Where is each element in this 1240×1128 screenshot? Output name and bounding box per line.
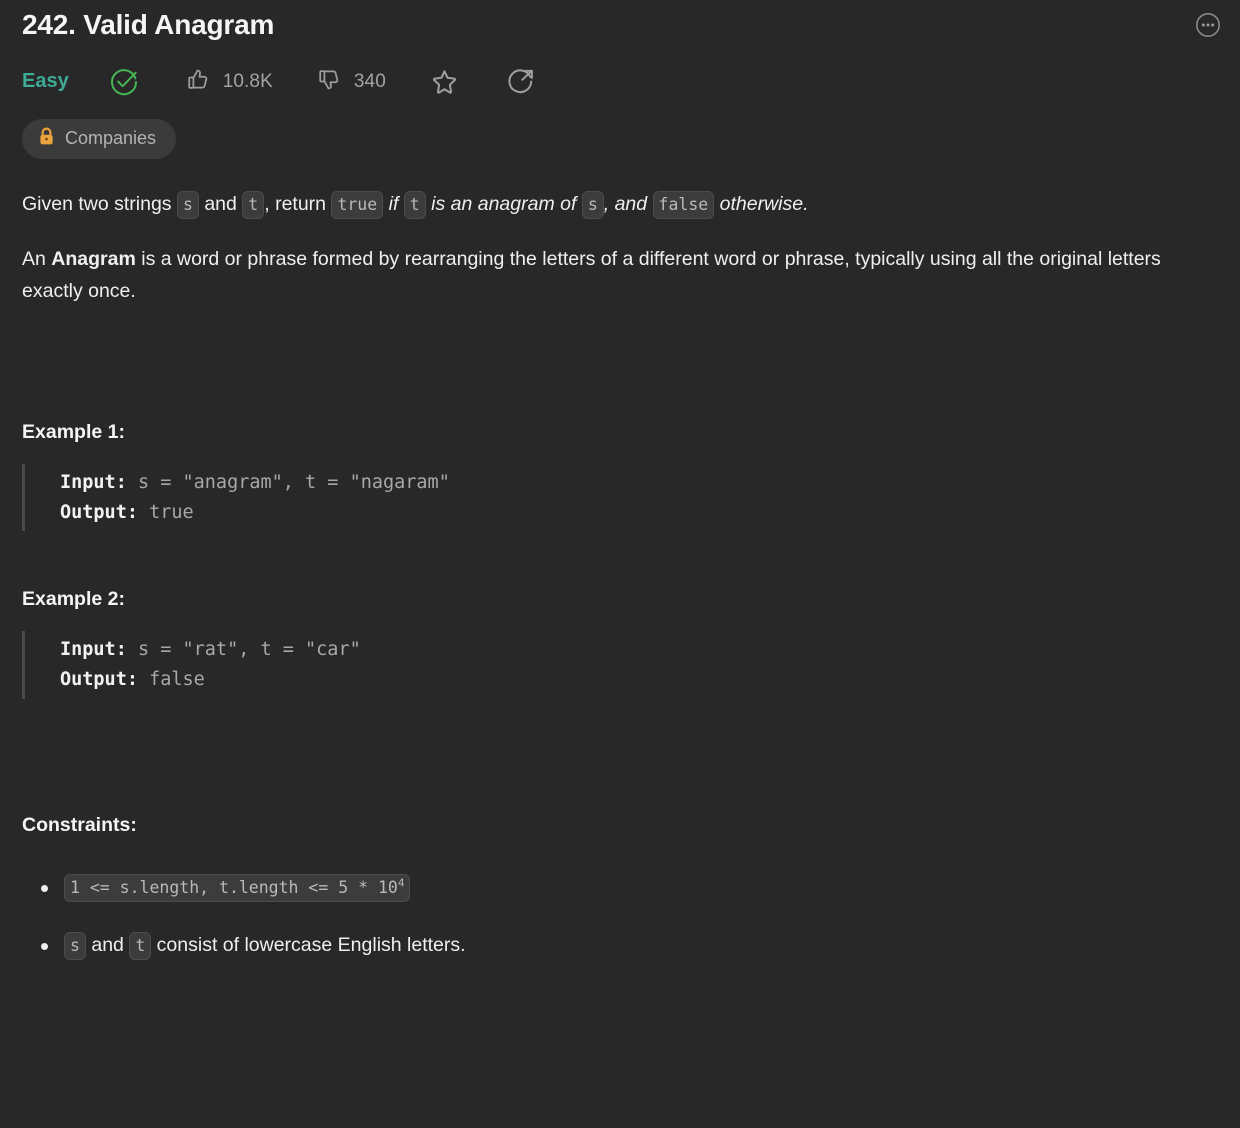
desc-text: and <box>198 192 243 215</box>
list-item: 1 <= s.length, t.length <= 5 * 104 <box>22 872 1218 903</box>
input-value: s = "anagram", t = "nagaram" <box>126 471 450 493</box>
code-chip-length-constraint: 1 <= s.length, t.length <= 5 * 104 <box>64 874 411 903</box>
more-options-icon[interactable] <box>1194 11 1222 39</box>
code-chip-s-3: s <box>64 931 86 960</box>
lock-icon <box>38 127 55 151</box>
desc-text: Given two strings <box>22 192 177 215</box>
difficulty-badge[interactable]: Easy <box>22 70 69 93</box>
meta-row: Easy 10.8K 340 <box>22 66 1218 98</box>
code-chip-false: false <box>652 190 715 219</box>
description-paragraph-1: Given two strings s and t, return true i… <box>22 189 1218 221</box>
share-icon[interactable] <box>507 67 536 96</box>
input-label: Input: <box>60 639 127 661</box>
thumbs-down-icon <box>317 67 342 97</box>
example-1-heading: Example 1: <box>22 420 125 443</box>
constraints-list: 1 <= s.length, t.length <= 5 * 104 s and… <box>22 872 1218 960</box>
example-1-block: Input: s = "anagram", t = "nagaram" Outp… <box>22 463 1218 532</box>
desc-text: is a word or phrase formed by rearrangin… <box>22 248 1161 302</box>
problem-description-panel: 242. Valid Anagram Easy 10.8K 340 Compan… <box>0 0 1240 1128</box>
code-chip-s: s <box>176 190 199 219</box>
code-chip-t-2: t <box>403 190 426 219</box>
companies-badge[interactable]: Companies <box>22 118 177 159</box>
code-chip-t-3: t <box>129 931 152 960</box>
badge-row: Companies <box>22 118 1218 159</box>
like-count: 10.8K <box>222 70 273 92</box>
dislike-count: 340 <box>353 70 386 92</box>
desc-text-italic: is an anagram of <box>425 192 582 215</box>
output-value: true <box>137 501 194 523</box>
page-title: 242. Valid Anagram <box>22 9 275 40</box>
desc-text: An <box>22 248 52 271</box>
desc-text-italic: , and <box>603 192 653 215</box>
list-item: s and t consist of lowercase English let… <box>22 930 1218 961</box>
input-value: s = "rat", t = "car" <box>126 639 361 661</box>
companies-badge-label: Companies <box>65 128 157 149</box>
constraint-text: and <box>85 933 130 956</box>
example-2-block: Input: s = "rat", t = "car" Output: fals… <box>22 631 1218 700</box>
output-label: Output: <box>60 501 138 523</box>
description-paragraph-2: An Anagram is a word or phrase formed by… <box>22 244 1182 307</box>
upvote-button[interactable]: 10.8K <box>186 67 273 97</box>
desc-text: , return <box>264 192 332 215</box>
check-circle-icon[interactable] <box>109 67 139 97</box>
constraint-text: consist of lowercase English letters. <box>151 933 466 956</box>
example-2-heading: Example 2: <box>22 588 125 611</box>
star-icon[interactable] <box>430 67 459 96</box>
thumbs-up-icon <box>186 67 211 97</box>
constraint-exponent: 4 <box>397 876 405 890</box>
code-chip-true: true <box>331 190 384 219</box>
constraint-expression: 1 <= s.length, t.length <= 5 * 10 <box>70 878 398 898</box>
output-value: false <box>137 669 205 691</box>
output-label: Output: <box>60 669 138 691</box>
code-chip-s-2: s <box>581 190 604 219</box>
title-row: 242. Valid Anagram <box>22 0 1220 44</box>
code-chip-t: t <box>242 190 265 219</box>
downvote-button[interactable]: 340 <box>317 67 386 97</box>
anagram-term: Anagram <box>51 248 136 271</box>
input-label: Input: <box>60 471 127 493</box>
constraints-heading: Constraints: <box>22 814 137 837</box>
desc-text-italic: otherwise. <box>714 192 809 215</box>
desc-text-italic: if <box>383 192 404 215</box>
